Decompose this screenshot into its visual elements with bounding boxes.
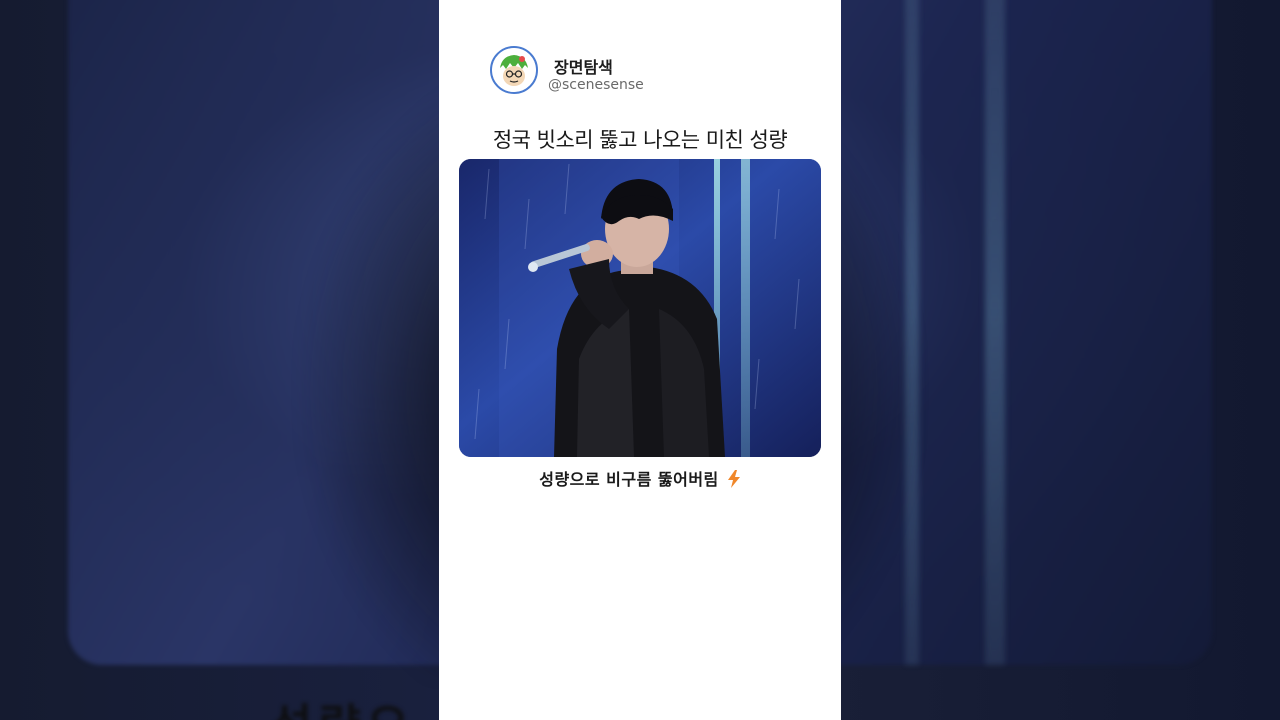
post-card: 장면탐색 @scenesense 정국 빗소리 뚫고 나오는 미친 성량 성량으… xyxy=(439,0,841,720)
caption-text: 성량으로 비구름 뚫어버림 xyxy=(539,470,719,489)
lightning-bolt-icon xyxy=(727,470,741,492)
channel-name[interactable]: 장면탐색 xyxy=(554,54,613,78)
post-headline: 정국 빗소리 뚫고 나오는 미친 성량 xyxy=(492,128,788,152)
post-caption: 성량으로 비구름 뚫어버림 xyxy=(439,466,841,492)
channel-handle[interactable]: @scenesense xyxy=(548,77,644,93)
blurred-stage-light xyxy=(985,0,1005,665)
cartoon-face-avatar-icon[interactable] xyxy=(490,46,538,94)
video-frame: 성량으 ... 킨 장면탐색 @scenesense 정국 빗소리 뚫고 나오는… xyxy=(0,0,1280,720)
singer-performing-in-rain-photo xyxy=(459,159,821,457)
